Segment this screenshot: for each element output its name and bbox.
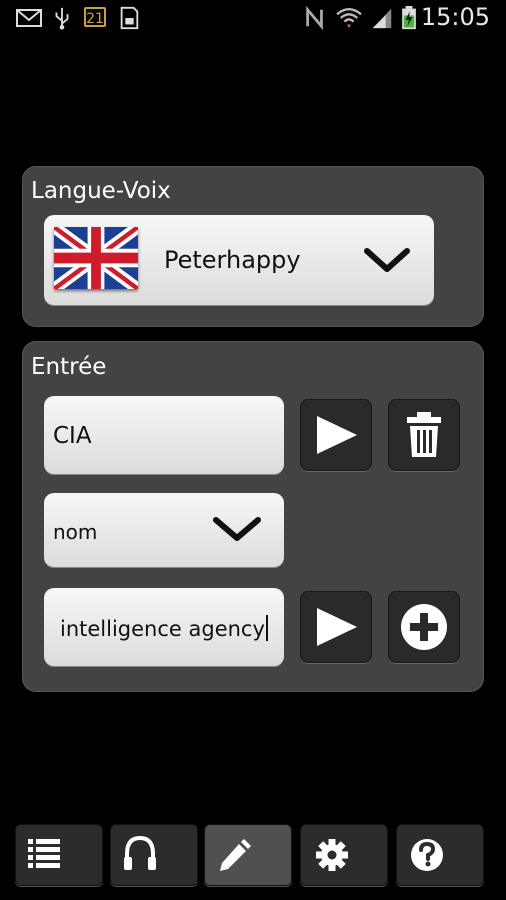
play-icon [317, 608, 357, 646]
wifi-icon [336, 8, 362, 29]
help-icon [411, 839, 443, 871]
list-icon [28, 839, 60, 868]
voice-label: Peterhappy [164, 246, 301, 274]
chevron-down-icon [364, 248, 410, 272]
signal-icon [372, 8, 392, 29]
uk-flag-icon [54, 227, 138, 289]
entry-title: Entrée [31, 354, 107, 380]
gear-icon [316, 839, 348, 871]
pencil-icon [220, 839, 251, 871]
definition-input[interactable]: intelligence agency [44, 588, 284, 666]
status-bar: 21 15:05 [0, 0, 506, 36]
add-button[interactable] [388, 591, 460, 663]
voice-select[interactable]: Peterhappy [44, 215, 434, 305]
entry-panel: Entrée CIA nom intelligence agency [22, 341, 484, 692]
trash-icon [407, 412, 441, 457]
language-voice-title: Langue-Voix [31, 178, 171, 204]
settings-tab[interactable] [300, 824, 388, 886]
nfc-icon [306, 6, 323, 30]
part-of-speech-value: nom [53, 520, 98, 544]
status-time: 15:05 [420, 3, 490, 31]
usb-icon [55, 7, 69, 30]
play-icon [317, 416, 357, 454]
help-tab[interactable] [396, 824, 484, 886]
list-tab[interactable] [15, 824, 103, 886]
plus-circle-icon [401, 604, 447, 650]
play-word-button[interactable] [300, 399, 372, 471]
play-definition-button[interactable] [300, 591, 372, 663]
definition-input-value: intelligence agency [60, 615, 268, 641]
headphones-icon [124, 835, 156, 870]
word-input-value: CIA [53, 423, 92, 449]
word-input[interactable]: CIA [44, 396, 284, 474]
delete-button[interactable] [388, 399, 460, 471]
language-voice-panel: Langue-Voix Peterhappy [22, 166, 484, 327]
text-cursor [265, 615, 268, 641]
battery-charging-icon [402, 6, 416, 30]
part-of-speech-select[interactable]: nom [44, 493, 284, 567]
chevron-down-icon [213, 517, 261, 541]
bottom-toolbar [0, 820, 506, 900]
sd-card-icon [120, 6, 139, 30]
calendar-badge-icon: 21 [84, 7, 106, 27]
headphones-tab[interactable] [110, 824, 198, 886]
mail-icon [16, 9, 42, 27]
edit-tab[interactable] [204, 824, 292, 886]
